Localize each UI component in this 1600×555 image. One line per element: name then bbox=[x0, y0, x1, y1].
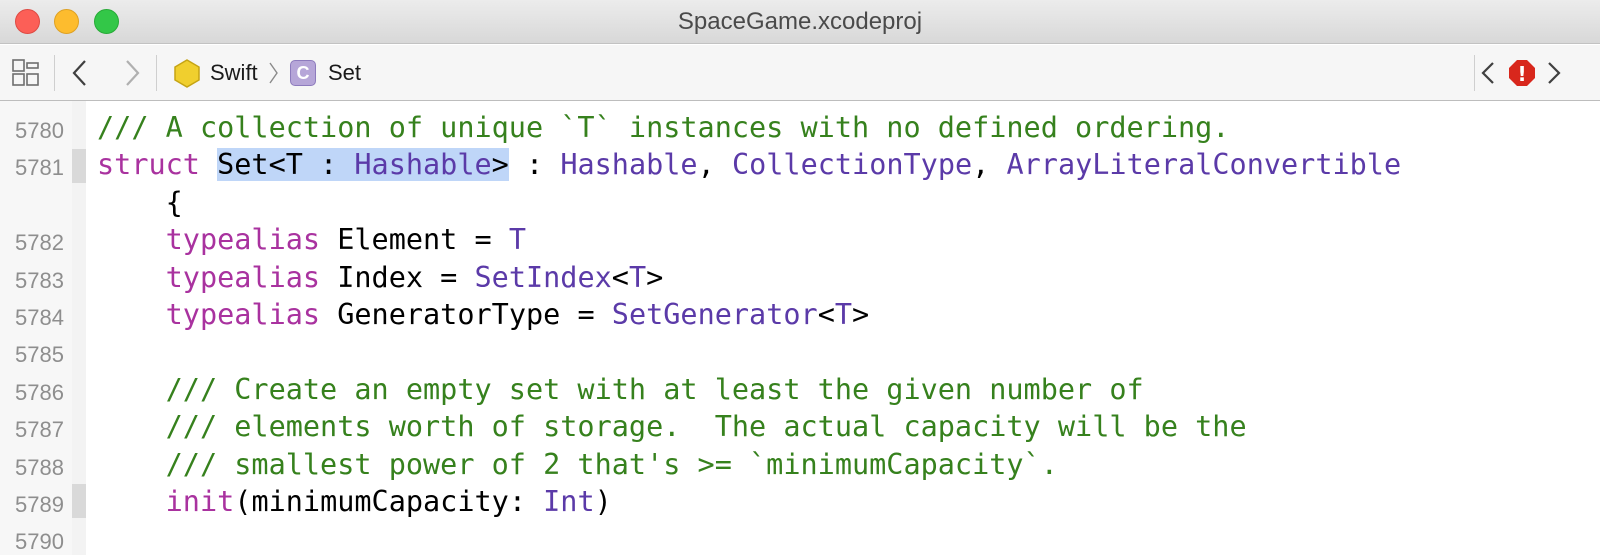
swift-module-icon bbox=[174, 59, 200, 88]
line-number: 5786 bbox=[15, 379, 64, 405]
code-token: , bbox=[972, 148, 1007, 182]
issue-navigator-button[interactable]: ! bbox=[1508, 45, 1536, 101]
code-line[interactable]: 5780 /// A collection of unique `T` insta… bbox=[0, 109, 1600, 147]
chevron-left-icon bbox=[72, 60, 86, 86]
code-line[interactable]: 5785 bbox=[0, 333, 1600, 371]
line-number: 5781 bbox=[15, 155, 64, 181]
code-token: /// smallest power of 2 that's >= `minim… bbox=[97, 447, 1058, 481]
code-token: T bbox=[508, 223, 526, 257]
code-text: /// Create an empty set with at least th… bbox=[97, 372, 1144, 406]
line-number: 5790 bbox=[15, 529, 64, 555]
breadcrumb-set[interactable]: C Set bbox=[290, 45, 361, 101]
code-line[interactable]: 5788 /// smallest power of 2 that's >= `… bbox=[0, 446, 1600, 484]
code-token: GeneratorType = bbox=[320, 298, 612, 331]
line-number: 5788 bbox=[15, 454, 64, 480]
code-text: struct Set<T : Hashable> : Hashable, Col… bbox=[97, 148, 1402, 182]
divider bbox=[156, 55, 157, 91]
chevron-right-icon bbox=[1548, 62, 1561, 84]
source-editor[interactable]: 5780 /// A collection of unique `T` insta… bbox=[0, 101, 1600, 555]
code-token: typealias bbox=[165, 223, 321, 257]
code-token: < bbox=[817, 298, 835, 331]
code-token: SetGenerator bbox=[611, 298, 818, 331]
code-token: SetIndex bbox=[474, 260, 612, 294]
code-token: : bbox=[508, 148, 561, 182]
line-number: 5785 bbox=[15, 342, 64, 368]
divider bbox=[54, 55, 55, 91]
next-issue-button[interactable] bbox=[1544, 45, 1564, 101]
code-line[interactable]: 5784 typealias GeneratorType = SetGenera… bbox=[0, 296, 1600, 334]
code-token: < bbox=[611, 260, 629, 294]
code-token: /// A collection of unique `T` instances… bbox=[97, 111, 1230, 144]
line-number: 5789 bbox=[15, 492, 64, 517]
code-text: typealias Index = SetIndex<T> bbox=[97, 260, 664, 294]
related-items-grid-icon[interactable] bbox=[12, 45, 40, 101]
code-text: typealias GeneratorType = SetGenerator<T… bbox=[97, 298, 870, 331]
code-token: /// Create an empty set with at least th… bbox=[97, 372, 1144, 406]
chevron-right-icon bbox=[268, 45, 280, 101]
code-token: > bbox=[491, 148, 509, 182]
forward-button[interactable] bbox=[122, 45, 142, 101]
code-text: /// elements worth of storage. The actua… bbox=[97, 411, 1247, 443]
window-titlebar: SpaceGame.xcodeproj bbox=[0, 0, 1600, 44]
code-line[interactable]: 5789 init(minimumCapacity: Int) bbox=[0, 483, 1600, 521]
code-token: > bbox=[852, 298, 870, 331]
code-token: (minimumCapacity: bbox=[234, 485, 544, 518]
code-token: Int bbox=[543, 485, 595, 518]
code-token: struct bbox=[97, 148, 218, 182]
jump-bar: Swift C Set ! bbox=[0, 45, 1600, 101]
code-token: Hashable bbox=[354, 148, 492, 182]
svg-text:!: ! bbox=[1517, 62, 1526, 86]
code-text: typealias Element = T bbox=[97, 224, 526, 256]
code-text: init(minimumCapacity: Int) bbox=[97, 486, 612, 518]
previous-issue-button[interactable] bbox=[1478, 45, 1498, 101]
back-button[interactable] bbox=[70, 45, 90, 101]
code-token: typealias bbox=[165, 260, 321, 294]
code-token: { bbox=[97, 185, 183, 219]
chevron-right-icon bbox=[126, 60, 140, 86]
code-line[interactable]: 5787 /// elements worth of storage. The … bbox=[0, 408, 1600, 446]
code-token: > bbox=[646, 260, 664, 294]
code-token: Set<T : bbox=[217, 148, 355, 182]
code-token: /// elements worth of storage. The actua… bbox=[97, 410, 1247, 444]
error-octagon-icon: ! bbox=[1509, 60, 1535, 86]
breadcrumb-label: Set bbox=[328, 60, 362, 85]
code-text: /// smallest power of 2 that's >= `minim… bbox=[97, 447, 1058, 481]
breadcrumb-swift[interactable]: Swift bbox=[172, 45, 258, 101]
line-number: 5783 bbox=[15, 267, 64, 293]
code-token: Element = bbox=[320, 223, 509, 257]
code-line[interactable]: 5782 typealias Element = T bbox=[0, 221, 1600, 259]
chevron-left-icon bbox=[1481, 62, 1494, 84]
code-line[interactable]: 5786 /// Create an empty set with at lea… bbox=[0, 371, 1600, 409]
code-token: Index = bbox=[320, 260, 475, 294]
code-line[interactable]: 5783 typealias Index = SetIndex<T> bbox=[0, 259, 1600, 297]
code-token: init bbox=[165, 485, 235, 518]
code-line[interactable]: 5790 bbox=[0, 520, 1600, 555]
code-line[interactable]: { bbox=[0, 184, 1600, 222]
class-c-icon: C bbox=[290, 60, 316, 86]
line-number: 5780 bbox=[15, 118, 64, 143]
code-token: T bbox=[628, 260, 647, 294]
code-token: ) bbox=[594, 485, 612, 518]
line-number: 5782 bbox=[15, 230, 64, 256]
code-token: Hashable bbox=[560, 148, 698, 182]
code-text: { bbox=[97, 185, 183, 219]
code-token: , bbox=[697, 148, 732, 182]
divider bbox=[1474, 55, 1475, 91]
code-line[interactable]: 5781 struct Set<T : Hashable> : Hashable,… bbox=[0, 146, 1600, 184]
code-text: /// A collection of unique `T` instances… bbox=[97, 112, 1229, 144]
code-token: T bbox=[834, 298, 853, 331]
code-token: typealias bbox=[165, 298, 321, 331]
line-number: 5784 bbox=[15, 305, 64, 330]
code-token: CollectionType bbox=[731, 148, 973, 182]
line-number: 5787 bbox=[15, 417, 64, 443]
window-title: SpaceGame.xcodeproj bbox=[677, 8, 923, 35]
breadcrumb-label: Swift bbox=[210, 60, 258, 85]
code-token: ArrayLiteralConvertible bbox=[1006, 148, 1402, 182]
